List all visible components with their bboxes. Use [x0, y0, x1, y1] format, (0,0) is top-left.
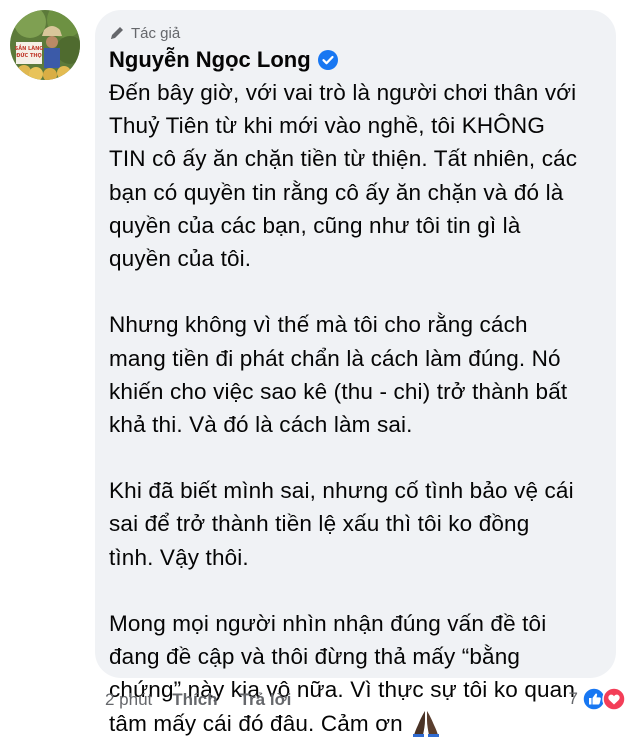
comment-line: khả thi. Và đó là cách làm sai.	[109, 411, 413, 437]
comment-line: quyền của tôi.	[109, 245, 252, 271]
svg-text:ĐỨC THỌ: ĐỨC THỌ	[16, 52, 42, 59]
folded-hands-emoji-icon	[412, 711, 439, 738]
reaction-count: 7	[568, 689, 578, 708]
love-reaction-icon	[602, 687, 626, 711]
comment-line: quyền của các bạn, cũng như tôi tin gì l…	[109, 212, 521, 238]
author-badge-label: Tác giả	[131, 24, 181, 42]
comment-text: Đến bây giờ, với vai trò là người chơi t…	[109, 76, 600, 740]
comment-line: Thuỷ Tiên từ khi mới vào nghề, tôi KHÔNG	[109, 113, 545, 139]
comment-line: sai để trở thành tiền lệ xấu thì tôi ko …	[109, 511, 530, 537]
svg-text:SẮN LÀNG: SẮN LÀNG	[15, 44, 44, 52]
comment-line: mang tiền đi phát chẩn là cách làm đúng.…	[109, 345, 561, 371]
comment-line: Khi đã biết mình sai, nhưng cố tình bảo …	[109, 478, 574, 504]
comment-line-text: tâm mấy cái đó đâu. Cảm ơn	[109, 710, 403, 736]
comment-line: Nhưng không vì thế mà tôi cho rằng cách	[109, 312, 528, 338]
author-name[interactable]: Nguyễn Ngọc Long	[109, 47, 311, 73]
like-button[interactable]: Thích	[172, 690, 217, 710]
comment-line: Đến bây giờ, với vai trò là người chơi t…	[109, 80, 577, 105]
reaction-summary[interactable]: 7	[569, 687, 626, 711]
comment-line: TIN cô ấy ăn chặn tiền từ thiện. Tất nhi…	[109, 146, 578, 172]
verified-badge-icon	[317, 50, 338, 70]
comment-bubble: Tác giả Nguyễn Ngọc Long Đến bây giờ, vớ…	[95, 10, 616, 738]
comment-line: đang đề cập và thôi đừng thả mấy “bằng	[109, 644, 521, 670]
comment-actions: 2 phút Thích Trả lời	[105, 690, 313, 710]
avatar[interactable]: SẮN LÀNG ĐỨC THỌ	[10, 10, 80, 80]
comment-line: tình. Vậy thôi.	[109, 544, 249, 570]
author-badge: Tác giả	[109, 23, 600, 43]
comment-line: tâm mấy cái đó đâu. Cảm ơn	[109, 707, 600, 740]
comment-line: bạn có quyền tin rằng cô ấy ăn chặn và đ…	[109, 179, 564, 205]
avatar-photo: SẮN LÀNG ĐỨC THỌ	[10, 10, 80, 80]
comment-line: Mong mọi người nhìn nhận đúng vấn đề tôi	[109, 611, 547, 636]
comment-timestamp[interactable]: 2 phút	[105, 690, 152, 710]
reply-button[interactable]: Trả lời	[240, 690, 292, 710]
pen-icon	[111, 27, 123, 39]
comment-line: khiến cho việc sao kê (thu - chi) trở th…	[109, 378, 568, 404]
